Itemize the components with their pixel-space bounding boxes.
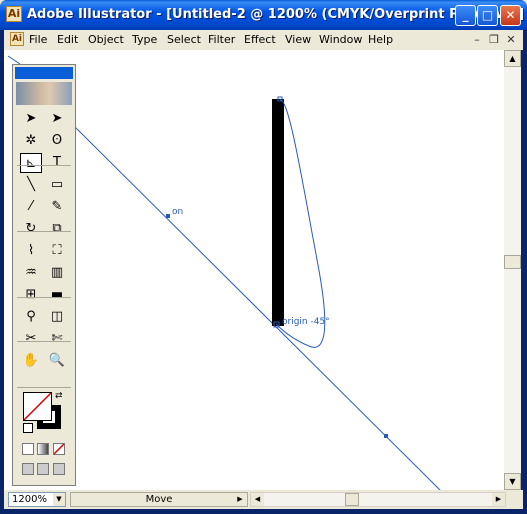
gradient-tool-icon[interactable]: ▬ — [46, 285, 68, 305]
menu-filter[interactable]: Filter — [208, 33, 235, 46]
menu-bar: Ai File Edit Object Type Select Filter E… — [4, 30, 523, 50]
doc-restore-icon[interactable]: ❐ — [487, 33, 501, 47]
column-graph-tool-icon[interactable]: ▥ — [46, 263, 68, 283]
toolbox-divider — [17, 297, 71, 298]
full-screen-mode-button[interactable] — [53, 463, 65, 475]
rectangle-tool-icon[interactable]: ▭ — [46, 175, 68, 195]
zoom-dropdown-icon[interactable]: ▼ — [53, 493, 65, 506]
menu-object[interactable]: Object — [88, 33, 124, 46]
scroll-right-button[interactable]: ▶ — [492, 493, 505, 506]
menu-edit[interactable]: Edit — [57, 33, 78, 46]
anchor-point-on — [166, 214, 170, 218]
gradient-mode-button[interactable] — [37, 443, 49, 455]
black-stroke-rect — [272, 99, 284, 326]
magic-wand-tool-icon[interactable]: ✲ — [20, 131, 42, 151]
menu-window[interactable]: Window — [319, 33, 362, 46]
scale-tool-icon[interactable]: ⧉ — [46, 219, 68, 239]
lasso-tool-icon[interactable]: ʘ — [46, 131, 68, 151]
scroll-left-button[interactable]: ◀ — [251, 493, 264, 506]
toolbox-panel: ➤ ➤ ✲ ʘ ⊾ T ╲ ▭ ⁄ ✎ ↻ ⧉ ⌇ ⛶ ♒ ▥ ⊞ ▬ ⚲ ◫ ✂ ✄ ✋ 🔍 ⇄ — [12, 64, 76, 486]
status-tool-field[interactable]: Move — [70, 492, 248, 507]
toolbox-divider — [17, 165, 71, 166]
toolbox-title-bar[interactable] — [15, 67, 73, 79]
close-button[interactable]: ✕ — [500, 5, 521, 26]
artboard-canvas[interactable]: on origin -45° — [4, 50, 504, 490]
default-colors-icon[interactable] — [23, 423, 33, 433]
application-window: Ai Adobe Illustrator - [Untitled-2 @ 120… — [0, 0, 527, 514]
doc-close-icon[interactable]: ✕ — [504, 33, 518, 47]
horizontal-scroll-thumb[interactable] — [345, 493, 359, 506]
menu-effect[interactable]: Effect — [244, 33, 276, 46]
status-bar: 1200% ▼ Move ▶ ◀ ▶ — [4, 490, 523, 509]
zoom-tool-icon[interactable]: 🔍 — [46, 351, 68, 371]
menu-view[interactable]: View — [285, 33, 311, 46]
type-tool-icon[interactable]: T — [46, 153, 68, 173]
vertical-scroll-thumb[interactable] — [504, 255, 521, 269]
direct-selection-tool-icon[interactable]: ➤ — [46, 109, 68, 129]
swap-colors-icon[interactable]: ⇄ — [55, 391, 63, 401]
standard-screen-mode-button[interactable] — [22, 463, 34, 475]
fill-swatch[interactable] — [23, 392, 52, 421]
status-menu-arrow-icon[interactable]: ▶ — [234, 492, 246, 507]
menu-help[interactable]: Help — [368, 33, 393, 46]
color-mode-button[interactable] — [22, 443, 34, 455]
illustrator-app-icon[interactable]: Ai — [6, 6, 22, 22]
toolbox-divider — [17, 341, 71, 342]
title-bar[interactable]: Ai Adobe Illustrator - [Untitled-2 @ 120… — [0, 0, 527, 30]
mesh-tool-icon[interactable]: ⊞ — [20, 285, 42, 305]
vertical-scrollbar[interactable]: ▲ ▼ — [504, 50, 521, 490]
scissors-tool-icon[interactable]: ✄ — [46, 329, 68, 349]
window-title: Adobe Illustrator - [Untitled-2 @ 1200% … — [27, 7, 525, 22]
menu-type[interactable]: Type — [132, 33, 157, 46]
symbol-sprayer-tool-icon[interactable]: ♒ — [20, 263, 42, 283]
horizontal-scrollbar[interactable]: ◀ ▶ — [250, 492, 506, 507]
guide-fragment — [7, 55, 21, 65]
document-icon[interactable]: Ai — [10, 32, 24, 46]
minimize-button[interactable]: _ — [455, 5, 476, 26]
smart-guide-origin-label: origin -45° — [282, 317, 330, 327]
zoom-value: 1200% — [12, 494, 47, 505]
pencil-tool-icon[interactable]: ✎ — [46, 197, 68, 217]
scroll-up-button[interactable]: ▲ — [504, 50, 521, 67]
anchor-point-lower — [384, 434, 388, 438]
doc-minimize-icon[interactable]: – — [470, 33, 484, 47]
scroll-down-button[interactable]: ▼ — [504, 473, 521, 490]
menu-select[interactable]: Select — [167, 33, 201, 46]
paintbrush-tool-icon[interactable]: ⁄ — [20, 197, 42, 217]
none-mode-button[interactable] — [53, 443, 65, 455]
diagonal-guide-line — [63, 115, 441, 490]
eyedropper-tool-icon[interactable]: ⚲ — [20, 307, 42, 327]
full-screen-menu-mode-button[interactable] — [37, 463, 49, 475]
warp-tool-icon[interactable]: ⌇ — [20, 241, 42, 261]
blend-tool-icon[interactable]: ◫ — [46, 307, 68, 327]
toolbox-venus-image[interactable] — [16, 82, 72, 105]
slice-tool-icon[interactable]: ✂ — [20, 329, 42, 349]
selection-tool-icon[interactable]: ➤ — [20, 109, 42, 129]
toolbox-divider — [17, 231, 71, 232]
toolbox-divider — [17, 387, 71, 388]
status-tool-label: Move — [145, 494, 173, 505]
maximize-button[interactable]: □ — [477, 5, 498, 26]
hand-tool-icon[interactable]: ✋ — [20, 351, 42, 371]
free-transform-tool-icon[interactable]: ⛶ — [46, 241, 68, 261]
menu-file[interactable]: File — [29, 33, 47, 46]
line-segment-tool-icon[interactable]: ╲ — [20, 175, 42, 195]
smart-guide-on-label: on — [172, 207, 184, 217]
artwork-svg — [7, 55, 441, 490]
rotate-tool-icon[interactable]: ↻ — [20, 219, 42, 239]
zoom-level-field[interactable]: 1200% ▼ — [8, 492, 66, 507]
pen-tool-icon[interactable]: ⊾ — [20, 153, 42, 173]
